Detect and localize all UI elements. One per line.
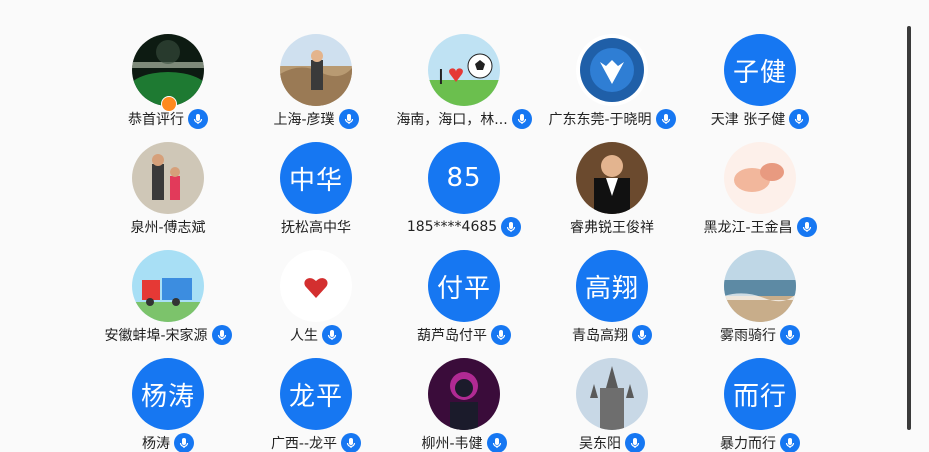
user-card[interactable]: 安徽蚌埠-宋家源 xyxy=(94,250,242,350)
user-card[interactable]: 吴东阳 xyxy=(538,358,686,452)
avatar-text[interactable]: 子健 xyxy=(724,34,796,106)
microphone-icon[interactable] xyxy=(338,109,359,129)
user-card[interactable]: 雾雨骑行 xyxy=(686,250,834,350)
user-card[interactable]: 龙平广西--龙平 xyxy=(242,358,390,452)
user-grid: 恭首评行 上海-彦璞 I 海南，海口，林... 广东东莞-于晓明 子健天津 张子健泉州-傅… xyxy=(0,0,929,452)
microphone-icon[interactable] xyxy=(796,217,817,237)
user-card[interactable]: 中华 抚松高中华 xyxy=(242,142,390,242)
user-card[interactable]: 85 185****4685 xyxy=(390,142,538,242)
microphone-icon[interactable] xyxy=(486,433,507,452)
baby-hands-photo[interactable] xyxy=(724,142,796,214)
scrollbar[interactable] xyxy=(907,26,911,430)
football-club-logo[interactable] xyxy=(576,34,648,106)
avatar-text[interactable]: 高翔 xyxy=(576,250,648,322)
user-label-row: 黑龙江-王金昌 xyxy=(666,217,854,237)
user-card[interactable]: 睿弗锐王俊祥 xyxy=(538,142,686,242)
microphone-icon[interactable] xyxy=(780,325,800,345)
user-name: 青岛高翔 xyxy=(572,328,628,344)
heart-photo[interactable] xyxy=(280,250,352,322)
user-name: 海南，海口，林... xyxy=(396,112,508,128)
user-name: 柳州-韦健 xyxy=(421,436,483,452)
user-card[interactable]: 泉州-傅志斌 xyxy=(94,142,242,242)
user-card[interactable]: 广东东莞-于晓明 xyxy=(538,34,686,134)
microphone-icon[interactable] xyxy=(625,433,645,452)
microphone-icon[interactable] xyxy=(322,325,342,345)
person-coast-photo[interactable] xyxy=(280,34,352,106)
microphone-icon[interactable] xyxy=(491,325,511,345)
microphone-icon[interactable] xyxy=(188,109,208,129)
user-card[interactable]: 人生 xyxy=(242,250,390,350)
user-card[interactable]: 恭首评行 xyxy=(94,34,242,134)
user-name: 杨涛 xyxy=(142,436,170,452)
user-card[interactable]: 杨涛 杨涛 xyxy=(94,358,242,452)
user-card[interactable]: 高翔青岛高翔 xyxy=(538,250,686,350)
avatar-text[interactable]: 中华 xyxy=(280,142,352,214)
i-love-football-photo[interactable]: I xyxy=(428,34,500,106)
user-name: 暴力而行 xyxy=(720,436,776,452)
avatar-text[interactable]: 付平 xyxy=(428,250,500,322)
microphone-icon[interactable] xyxy=(174,433,194,452)
user-card[interactable]: 子健天津 张子健 xyxy=(686,34,834,134)
avatar-text[interactable]: 85 xyxy=(428,142,500,214)
avatar-text[interactable]: 杨涛 xyxy=(132,358,204,430)
user-card[interactable]: I 海南，海口，林... xyxy=(390,34,538,134)
user-name: 雾雨骑行 xyxy=(720,328,776,344)
user-name: 广东东莞-于晓明 xyxy=(548,112,652,128)
user-card[interactable]: 上海-彦璞 xyxy=(242,34,390,134)
user-name: 葫芦岛付平 xyxy=(417,328,487,344)
man-suit-photo[interactable] xyxy=(576,142,648,214)
user-name: 天津 张子健 xyxy=(710,112,786,128)
user-label-row: 暴力而行 xyxy=(666,433,854,452)
train-cartoon[interactable] xyxy=(132,250,204,322)
microphone-icon[interactable] xyxy=(789,109,810,129)
avatar-text[interactable]: 龙平 xyxy=(280,358,352,430)
user-card[interactable]: 付平葫芦岛付平 xyxy=(390,250,538,350)
microphone-icon[interactable] xyxy=(632,325,652,345)
user-name: 恭首评行 xyxy=(128,112,184,128)
cathedral-photo[interactable] xyxy=(576,358,648,430)
user-name: 上海-彦璞 xyxy=(273,112,335,128)
neon-person-photo[interactable] xyxy=(428,358,500,430)
user-name: 黑龙江-王金昌 xyxy=(703,220,793,236)
user-name: 吴东阳 xyxy=(579,436,621,452)
user-name: 睿弗锐王俊祥 xyxy=(570,220,654,236)
user-name: 185****4685 xyxy=(406,219,498,235)
beach-photo[interactable] xyxy=(724,250,796,322)
user-label-row: 天津 张子健 xyxy=(666,109,854,129)
user-name: 安徽蚌埠-宋家源 xyxy=(104,328,208,344)
user-card[interactable]: 而行暴力而行 xyxy=(686,358,834,452)
svg-text:I: I xyxy=(438,65,444,89)
user-name: 抚松高中华 xyxy=(281,220,351,236)
user-name: 广西--龙平 xyxy=(270,436,338,452)
avatar-text[interactable]: 而行 xyxy=(724,358,796,430)
microphone-icon[interactable] xyxy=(780,433,800,452)
user-name: 泉州-傅志斌 xyxy=(130,220,206,236)
user-card[interactable]: 黑龙江-王金昌 xyxy=(686,142,834,242)
user-label-row: 雾雨骑行 xyxy=(666,325,854,345)
user-card[interactable]: 柳州-韦健 xyxy=(390,358,538,452)
family-photo[interactable] xyxy=(132,142,204,214)
user-name: 人生 xyxy=(290,328,318,344)
microphone-icon[interactable] xyxy=(341,433,362,452)
